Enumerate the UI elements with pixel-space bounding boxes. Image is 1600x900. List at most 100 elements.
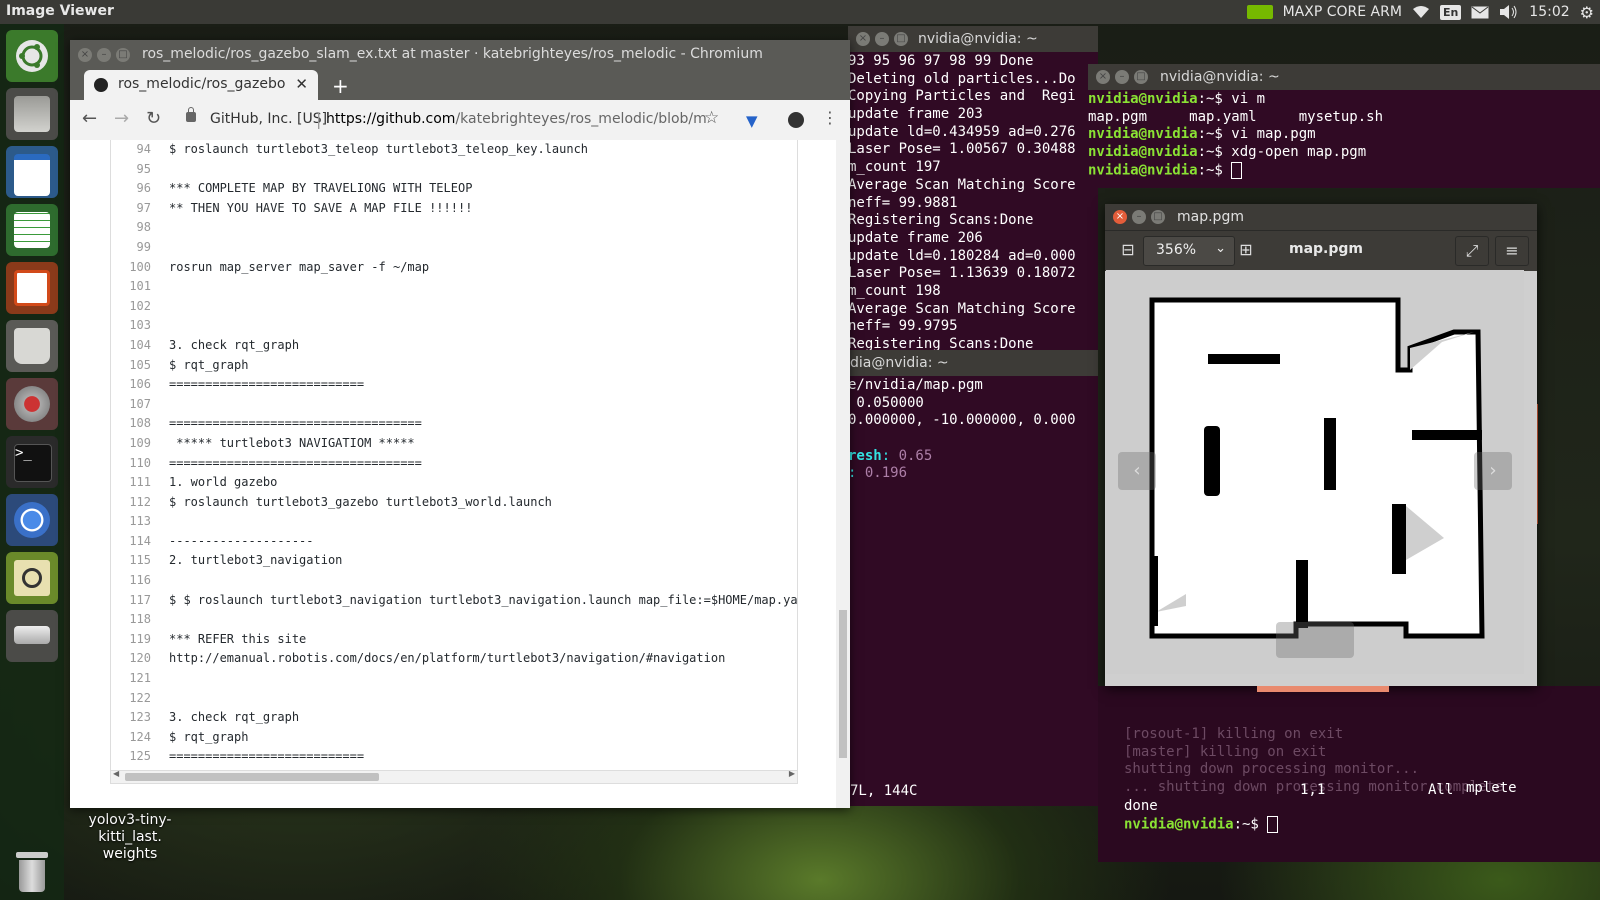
line-number[interactable]: 117 [111, 593, 151, 607]
bookmark-star-icon[interactable]: ☆ [704, 108, 719, 128]
profile-avatar[interactable] [788, 112, 804, 128]
browser-menu-icon[interactable]: ⋮ [822, 108, 838, 127]
forward-icon[interactable]: → [114, 108, 129, 129]
line-number[interactable]: 103 [111, 318, 151, 332]
reload-icon[interactable]: ↻ [146, 108, 161, 129]
back-icon[interactable]: ← [82, 108, 97, 129]
line-number[interactable]: 98 [111, 220, 151, 234]
terminal-vi[interactable]: dia@nvidia: ~ e/nvidia/map.pgm 0.050000 … [848, 350, 1098, 806]
next-image-button[interactable]: › [1474, 452, 1512, 490]
launcher-files-button[interactable] [6, 88, 58, 140]
line-number[interactable]: 101 [111, 279, 151, 293]
line-number[interactable]: 119 [111, 632, 151, 646]
terminal-main[interactable]: × – □ nvidia@nvidia: ~ nvidia@nvidia:~$ vi… [1088, 64, 1600, 188]
code-line: 105 $ rqt_graph [111, 358, 797, 378]
line-number[interactable]: 110 [111, 456, 151, 470]
line-number[interactable]: 125 [111, 749, 151, 763]
viewer-menu-button[interactable]: ≡ [1495, 236, 1529, 266]
line-number[interactable]: 94 [111, 142, 151, 156]
line-number[interactable]: 102 [111, 299, 151, 313]
line-number[interactable]: 95 [111, 162, 151, 176]
line-content: $ roslaunch turtlebot3_gazebo turtlebot3… [169, 494, 552, 509]
nvidia-icon[interactable] [1246, 5, 1273, 19]
line-number[interactable]: 113 [111, 514, 151, 528]
fullscreen-button[interactable]: ⤢ [1455, 236, 1489, 266]
close-icon[interactable]: × [78, 48, 92, 62]
line-number[interactable]: 124 [111, 730, 151, 744]
impress-presentation-icon [14, 270, 50, 306]
maximize-icon[interactable]: □ [1134, 70, 1148, 84]
wifi-icon[interactable] [1412, 5, 1430, 19]
launcher-image-viewer-button[interactable] [6, 552, 58, 604]
line-number[interactable]: 99 [111, 240, 151, 254]
maximize-icon[interactable]: □ [116, 48, 130, 62]
page-vertical-scrollbar[interactable] [836, 140, 850, 808]
browser-toolbar: ← → ↻ GitHub, Inc. [US] | https://github… [70, 100, 850, 141]
line-number[interactable]: 97 [111, 201, 151, 215]
maximize-icon[interactable]: □ [1151, 210, 1165, 224]
line-number[interactable]: 107 [111, 397, 151, 411]
site-identity[interactable]: GitHub, Inc. [US] [210, 111, 327, 127]
clock[interactable]: 15:02 [1529, 4, 1569, 20]
launcher-drive-button[interactable] [6, 610, 58, 662]
volume-icon[interactable] [1499, 5, 1519, 19]
terminal-roslaunch[interactable]: [rosout-1] killing on exit [master] kill… [1098, 686, 1600, 862]
launcher-chromium-button[interactable] [6, 494, 58, 546]
minimize-icon[interactable]: – [1115, 70, 1129, 84]
line-number[interactable]: 120 [111, 651, 151, 665]
minimize-icon[interactable]: – [1132, 210, 1146, 224]
tab-close-icon[interactable]: ✕ [295, 75, 308, 93]
zoom-in-button[interactable]: ⊞ [1235, 239, 1257, 261]
address-bar[interactable]: https://github.com/katebrighteyes/ros_me… [326, 111, 706, 127]
line-number[interactable]: 115 [111, 553, 151, 567]
launcher-writer-button[interactable] [6, 146, 58, 198]
tab-github[interactable]: ros_melodic/ros_gazebo ✕ [84, 70, 318, 100]
launcher-trash-button[interactable] [10, 846, 54, 898]
desktop-file-weights[interactable]: yolov3-tiny- kitti_last. weights [80, 812, 180, 863]
line-number[interactable]: 123 [111, 710, 151, 724]
settings-gear-icon[interactable]: ⚙ [1580, 3, 1594, 22]
launcher-software-button[interactable] [6, 320, 58, 372]
line-number[interactable]: 111 [111, 475, 151, 489]
code-horizontal-scrollbar[interactable]: ◀ ▶ [110, 769, 798, 784]
new-tab-button[interactable]: + [332, 74, 349, 98]
line-number[interactable]: 100 [111, 260, 151, 274]
scroll-left-icon[interactable]: ◀ [113, 769, 119, 778]
close-icon[interactable]: × [1113, 210, 1127, 224]
minimize-icon[interactable]: – [875, 32, 889, 46]
launcher-terminal-button[interactable]: >_ [6, 436, 58, 488]
line-number[interactable]: 106 [111, 377, 151, 391]
launcher-settings-button[interactable] [6, 378, 58, 430]
lock-icon[interactable] [186, 107, 196, 122]
terminal-gmapping[interactable]: × – □ nvidia@nvidia: ~ 93 95 96 97 98 99 D… [848, 26, 1098, 350]
line-number[interactable]: 104 [111, 338, 151, 352]
line-number[interactable]: 96 [111, 181, 151, 195]
line-number[interactable]: 121 [111, 671, 151, 685]
previous-image-button[interactable]: ‹ [1118, 452, 1156, 490]
line-number[interactable]: 112 [111, 495, 151, 509]
scroll-right-icon[interactable]: ▶ [789, 769, 795, 778]
close-icon[interactable]: × [1096, 70, 1110, 84]
launcher-dash-button[interactable] [6, 30, 58, 82]
viewer-overlay-controls[interactable] [1276, 622, 1354, 658]
zoom-out-button[interactable]: ⊟ [1117, 239, 1139, 261]
line-number[interactable]: 108 [111, 416, 151, 430]
line-number[interactable]: 118 [111, 612, 151, 626]
zoom-select[interactable]: 356% ⌄ [1143, 236, 1235, 266]
maximize-icon[interactable]: □ [894, 32, 908, 46]
launcher-impress-button[interactable] [6, 262, 58, 314]
map-image[interactable]: ‹ › [1106, 270, 1524, 674]
line-number[interactable]: 114 [111, 534, 151, 548]
launcher-calc-button[interactable] [6, 204, 58, 256]
extension-icon[interactable]: ▼ [746, 112, 762, 130]
line-number[interactable]: 116 [111, 573, 151, 587]
close-icon[interactable]: × [856, 32, 870, 46]
terminal-output: 93 95 96 97 98 99 Done Deleting old part… [848, 53, 1076, 350]
line-number[interactable]: 105 [111, 358, 151, 372]
mail-icon[interactable] [1471, 6, 1489, 19]
line-number[interactable]: 122 [111, 691, 151, 705]
line-number[interactable]: 109 [111, 436, 151, 450]
keyboard-layout-indicator[interactable]: En [1439, 4, 1462, 20]
nvidia-power-mode[interactable]: MAXP CORE ARM [1283, 4, 1402, 20]
minimize-icon[interactable]: – [97, 48, 111, 62]
